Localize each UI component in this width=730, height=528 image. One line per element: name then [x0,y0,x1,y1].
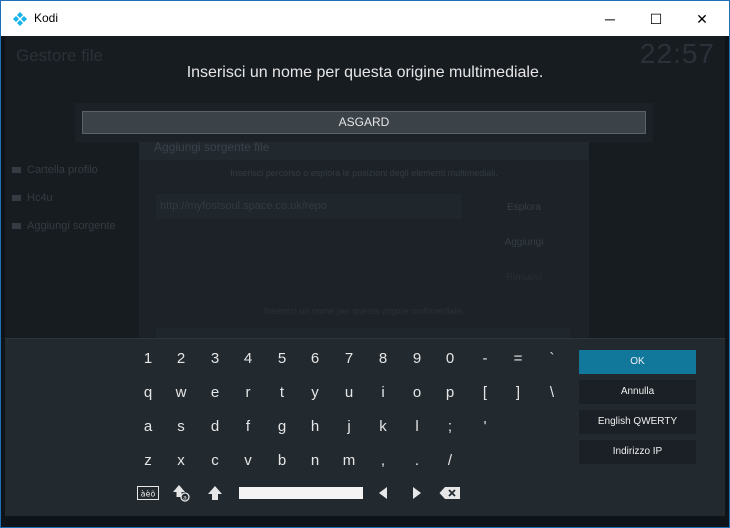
key[interactable]: ' [469,414,501,440]
key[interactable]: ` [536,346,568,372]
minimize-button[interactable]: ─ [587,1,633,37]
key[interactable]: 1 [132,346,164,372]
key[interactable]: b [266,448,298,474]
background-side-item: Hc4u [12,192,53,204]
key[interactable]: v [232,448,264,474]
key[interactable]: x [165,448,197,474]
key[interactable]: j [333,414,365,440]
key[interactable]: m [333,448,365,474]
backspace-key[interactable] [434,480,466,506]
name-input[interactable]: ASGARD [82,111,646,134]
key[interactable]: , [367,448,399,474]
key[interactable]: 5 [266,346,298,372]
arrow-right-icon [413,487,421,500]
key[interactable]: = [502,346,534,372]
symbols-key[interactable]: àèö [132,480,164,506]
key[interactable]: o [401,380,433,406]
folder-icon [12,223,21,230]
maximize-button[interactable]: ☐ [633,1,679,37]
key[interactable]: t [266,380,298,406]
key[interactable]: p [434,380,466,406]
key[interactable]: 0 [434,346,466,372]
close-icon: ✕ [696,11,708,27]
key[interactable]: n [299,448,331,474]
key[interactable]: g [266,414,298,440]
close-button[interactable]: ✕ [679,1,725,37]
key[interactable]: h [299,414,331,440]
cursor-left-key[interactable] [367,480,399,506]
window-title: Kodi [34,11,59,25]
key[interactable]: y [299,380,331,406]
key[interactable]: k [367,414,399,440]
space-key[interactable] [239,487,363,499]
svg-text:àèö: àèö [141,489,156,499]
shift-lock-key[interactable]: a [165,480,197,506]
key[interactable]: e [199,380,231,406]
folder-icon [12,195,21,202]
key[interactable]: 9 [401,346,433,372]
shift-key[interactable] [199,480,231,506]
key[interactable]: 2 [165,346,197,372]
key[interactable]: \ [536,380,568,406]
svg-text:a: a [183,495,187,502]
key[interactable]: f [232,414,264,440]
key[interactable]: z [132,448,164,474]
key[interactable]: q [132,380,164,406]
keyboard-layout-button[interactable]: English QWERTY [579,410,696,434]
key[interactable]: a [132,414,164,440]
key[interactable]: ] [502,380,534,406]
background-side-item: Cartella profilo [12,164,98,176]
key[interactable]: s [165,414,197,440]
background-page-title: Gestore file [16,46,103,65]
key[interactable]: 6 [299,346,331,372]
kodi-logo-icon [13,12,27,26]
key[interactable]: r [232,380,264,406]
shift-icon [208,486,222,501]
background-browse-button: Esplora [507,202,541,213]
window-titlebar: Kodi ─ ☐ ✕ [0,0,730,36]
key[interactable]: 7 [333,346,365,372]
key[interactable]: / [434,448,466,474]
virtual-keyboard: 1 2 3 4 5 6 7 8 9 0 - = ` q w e r t y u … [5,338,725,516]
cursor-right-key[interactable] [401,480,433,506]
key[interactable]: c [199,448,231,474]
cancel-button[interactable]: Annulla [579,380,696,404]
ok-button[interactable]: OK [579,350,696,374]
background-url-field: http://myfostsoul.space.co.uk/repo [156,194,462,219]
key[interactable]: d [199,414,231,440]
folder-icon [12,167,21,174]
background-remove-button: Rimuovi [505,272,543,283]
shift-lock-icon: a [173,485,190,502]
key[interactable]: 4 [232,346,264,372]
key[interactable]: u [333,380,365,406]
key[interactable]: i [367,380,399,406]
key[interactable]: - [469,346,501,372]
key[interactable]: . [401,448,433,474]
window-border [0,36,1,528]
background-name-label: Inserisci un nome per questa origine mul… [263,306,465,316]
key[interactable]: w [165,380,197,406]
background-side-item: Aggiungi sorgente [12,220,116,232]
key[interactable]: 8 [367,346,399,372]
input-container: ASGARD [75,103,653,142]
minimize-icon: ─ [605,11,615,27]
prompt-heading: Inserisci un nome per questa origine mul… [186,64,544,81]
ip-address-button[interactable]: Indirizzo IP [579,440,696,464]
key[interactable]: 3 [199,346,231,372]
key[interactable]: ; [434,414,466,440]
backspace-icon [439,487,460,500]
symbols-icon: àèö [137,486,159,501]
arrow-left-icon [379,487,387,500]
background-dialog-title: Aggiungi sorgente file [154,140,270,154]
key[interactable]: l [401,414,433,440]
maximize-icon: ☐ [649,11,663,27]
background-add-source-dialog: Aggiungi sorgente file Inserisci percors… [139,134,589,338]
background-dialog-subtitle: Inserisci percorso o esplora le posizion… [230,168,498,178]
key[interactable]: [ [469,380,501,406]
background-add-button: Aggiungi [504,237,544,248]
background-name-field [156,328,570,338]
